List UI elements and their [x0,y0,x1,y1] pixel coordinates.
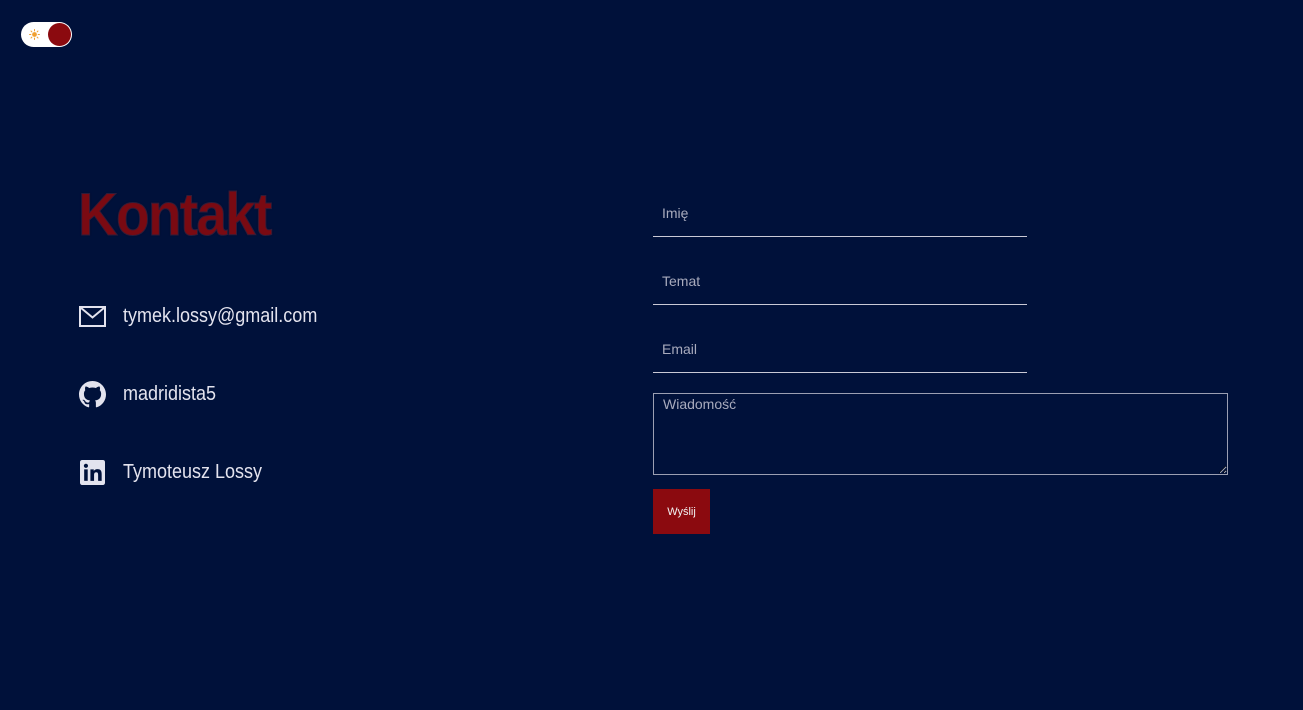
contact-item-github[interactable]: madridista5 [78,379,226,409]
toggle-knob [48,23,71,46]
name-field[interactable] [653,190,1027,237]
page-title: Kontakt [78,181,273,249]
subject-field[interactable] [653,258,1027,305]
contact-page: Kontakt tymek.lossy@gmail.com madridista… [0,0,1303,710]
contact-item-email[interactable]: tymek.lossy@gmail.com [78,301,339,331]
contact-email-text: tymek.lossy@gmail.com [123,304,318,327]
send-button[interactable]: Wyślij [653,489,710,534]
message-field[interactable] [653,393,1228,475]
contact-github-text: madridista5 [123,382,217,405]
contact-item-linkedin[interactable]: Tymoteusz Lossy [78,457,278,487]
theme-toggle[interactable] [21,22,72,47]
sun-icon [29,29,40,40]
contact-linkedin-text: Tymoteusz Lossy [123,460,263,483]
mail-icon [78,302,106,330]
linkedin-icon [78,458,106,486]
email-field[interactable] [653,326,1027,373]
github-icon [78,380,106,408]
